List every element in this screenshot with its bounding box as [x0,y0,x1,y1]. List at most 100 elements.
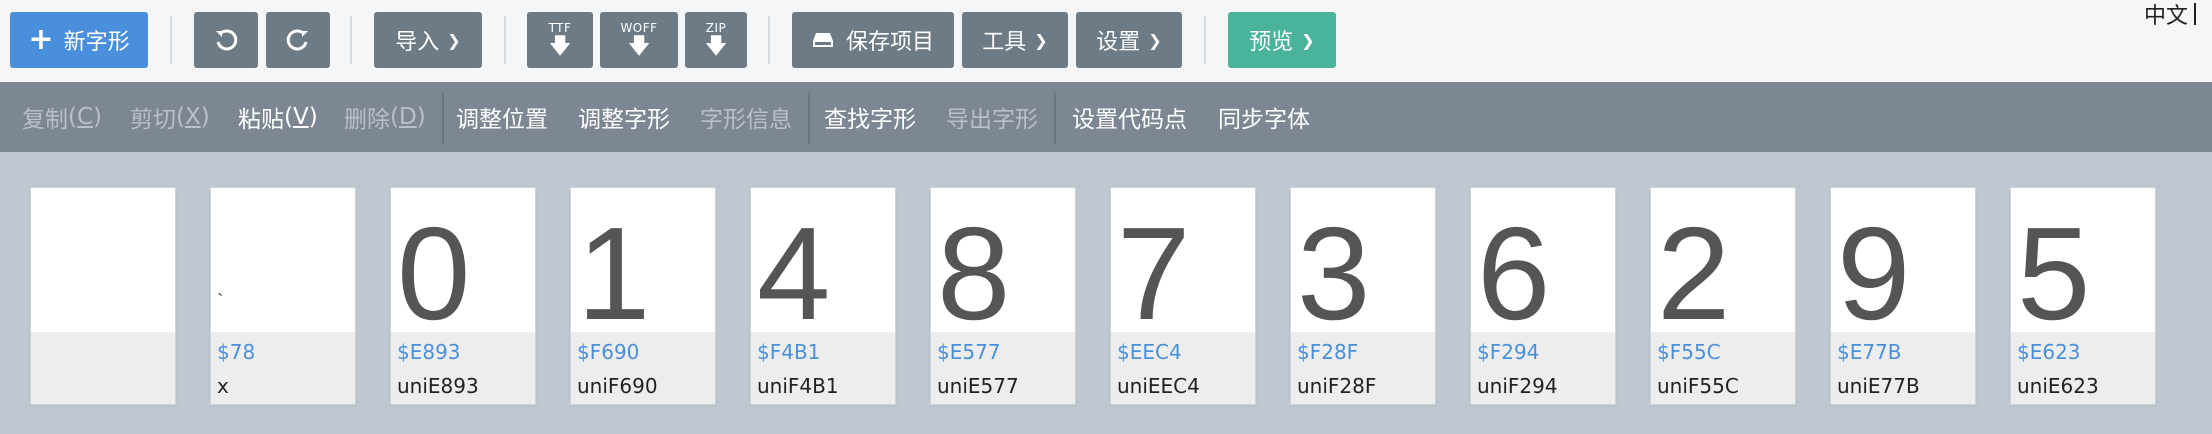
tools-label: 工具 [982,30,1027,55]
glyph-meta: $E623 uniE623 [2011,332,2155,404]
zip-label: ZIP [705,21,727,35]
delete-action[interactable]: 删除(D) [344,82,426,152]
glyph-card[interactable]: 9 $E77B uniE77B [1830,187,1976,405]
find-glyph-action[interactable]: 查找字形 [824,82,916,152]
glyph-preview: 3 [1297,200,1371,347]
glyph-codepoint: $F28F [1297,340,1359,364]
preview-label: 预览 [1249,30,1294,55]
download-arrow-icon: 🡇 [704,34,728,59]
cut-shortcut: X [184,104,201,130]
glyph-card[interactable]: 5 $E623 uniE623 [2010,187,2156,405]
glyph-name: uniF55C [1657,374,1739,398]
find-glyph-label: 查找字形 [824,107,916,133]
paste-action[interactable]: 粘贴(V) [238,82,318,152]
glyph-card[interactable]: 3 $F28F uniF28F [1290,187,1436,405]
redo-icon [286,29,308,51]
new-glyph-button[interactable]: + 新字形 [10,12,148,68]
glyph-name: uniF690 [577,374,658,398]
download-arrow-icon: 🡇 [627,34,651,59]
settings-label: 设置 [1096,30,1141,55]
export-glyph-label: 导出字形 [946,107,1038,133]
import-dropdown[interactable]: 导入 ❯ [374,12,482,68]
divider [170,16,172,64]
export-woff-button[interactable]: WOFF 🡇 [600,12,678,68]
cut-label: 剪切 [130,107,176,133]
glyph-card[interactable]: 2 $F55C uniF55C [1650,187,1796,405]
glyph-codepoint: $F4B1 [757,340,821,364]
glyph-preview: 6 [1477,200,1551,347]
glyph-name: uniF4B1 [757,374,839,398]
export-zip-button[interactable]: ZIP 🡇 [685,12,747,68]
glyph-meta: $E577 uniE577 [931,332,1075,404]
glyph-meta: $E77B uniE77B [1831,332,1975,404]
copy-action[interactable]: 复制(C) [22,82,102,152]
glyph-meta: $78 x [211,332,355,404]
glyph-preview [31,188,175,332]
undo-icon [216,29,238,51]
glyph-card[interactable]: 4 $F4B1 uniF4B1 [750,187,896,405]
glyph-card[interactable]: 8 $E577 uniE577 [930,187,1076,405]
edit-toolbar: 复制(C) 剪切(X) 粘贴(V) 删除(D) 调整位置 调整字形 字形信息 查… [0,82,2212,152]
glyph-meta: $E893 uniE893 [391,332,535,404]
glyph-card[interactable]: ` $78 x [210,187,356,405]
new-glyph-label: 新字形 [63,30,130,55]
set-codepoint-label: 设置代码点 [1072,107,1187,133]
chevron-down-icon: ❯ [1148,30,1162,50]
set-codepoint-action[interactable]: 设置代码点 [1072,82,1187,152]
woff-label: WOFF [620,21,658,35]
language-switcher[interactable]: 中文 [2144,0,2196,29]
preview-dropdown[interactable]: 预览 ❯ [1228,12,1336,68]
glyph-meta [31,332,175,404]
download-arrow-icon: 🡇 [548,34,572,59]
delete-label: 删除 [344,107,390,133]
toolbar-divider [442,92,444,144]
glyph-codepoint: $E577 [937,340,1001,364]
language-divider [2194,3,2196,25]
undo-button[interactable] [194,12,258,68]
glyph-grid: ` $78 x 0 $E893 uniE893 1 $F690 uniF690 … [0,152,2212,434]
adjust-position-action[interactable]: 调整位置 [456,82,548,152]
glyph-preview: 7 [1117,200,1191,347]
cut-action[interactable]: 剪切(X) [130,82,210,152]
sync-font-action[interactable]: 同步字体 [1218,82,1310,152]
glyph-preview: 1 [577,200,651,347]
glyph-name: x [217,374,229,398]
glyph-name: uniE77B [1837,374,1920,398]
glyph-card[interactable]: 1 $F690 uniF690 [570,187,716,405]
glyph-card[interactable]: 7 $EEC4 uniEEC4 [1110,187,1256,405]
export-ttf-button[interactable]: TTF 🡇 [527,12,593,68]
settings-dropdown[interactable]: 设置 ❯ [1076,12,1182,68]
hdd-icon [812,33,833,47]
plus-icon: + [28,22,54,57]
save-project-button[interactable]: 保存项目 [792,12,954,68]
export-glyph-action[interactable]: 导出字形 [946,82,1038,152]
glyph-meta: $F55C uniF55C [1651,332,1795,404]
glyph-info-label: 字形信息 [700,107,792,133]
glyph-codepoint: $F294 [1477,340,1540,364]
glyph-preview: 0 [397,200,471,347]
glyph-card[interactable]: 0 $E893 uniE893 [390,187,536,405]
divider [350,16,352,64]
glyph-card[interactable] [30,187,176,405]
glyph-info-action[interactable]: 字形信息 [700,82,792,152]
glyph-codepoint: $F55C [1657,340,1721,364]
chevron-down-icon: ❯ [1301,30,1315,50]
save-project-label: 保存项目 [845,30,934,55]
glyph-name: uniF294 [1477,374,1558,398]
glyph-name: uniEEC4 [1117,374,1200,398]
adjust-glyph-label: 调整字形 [578,107,670,133]
chevron-down-icon: ❯ [447,30,461,50]
glyph-codepoint: $E893 [397,340,461,364]
adjust-glyph-action[interactable]: 调整字形 [578,82,670,152]
glyph-name: uniF28F [1297,374,1377,398]
glyph-codepoint: $E623 [2017,340,2081,364]
glyph-name: uniE623 [2017,374,2099,398]
glyph-card[interactable]: 6 $F294 uniF294 [1470,187,1616,405]
paste-shortcut: V [292,104,309,130]
ttf-label: TTF [548,21,572,35]
divider [768,16,770,64]
glyph-name: uniE577 [937,374,1019,398]
glyph-codepoint: $EEC4 [1117,340,1182,364]
tools-dropdown[interactable]: 工具 ❯ [962,12,1068,68]
redo-button[interactable] [266,12,330,68]
